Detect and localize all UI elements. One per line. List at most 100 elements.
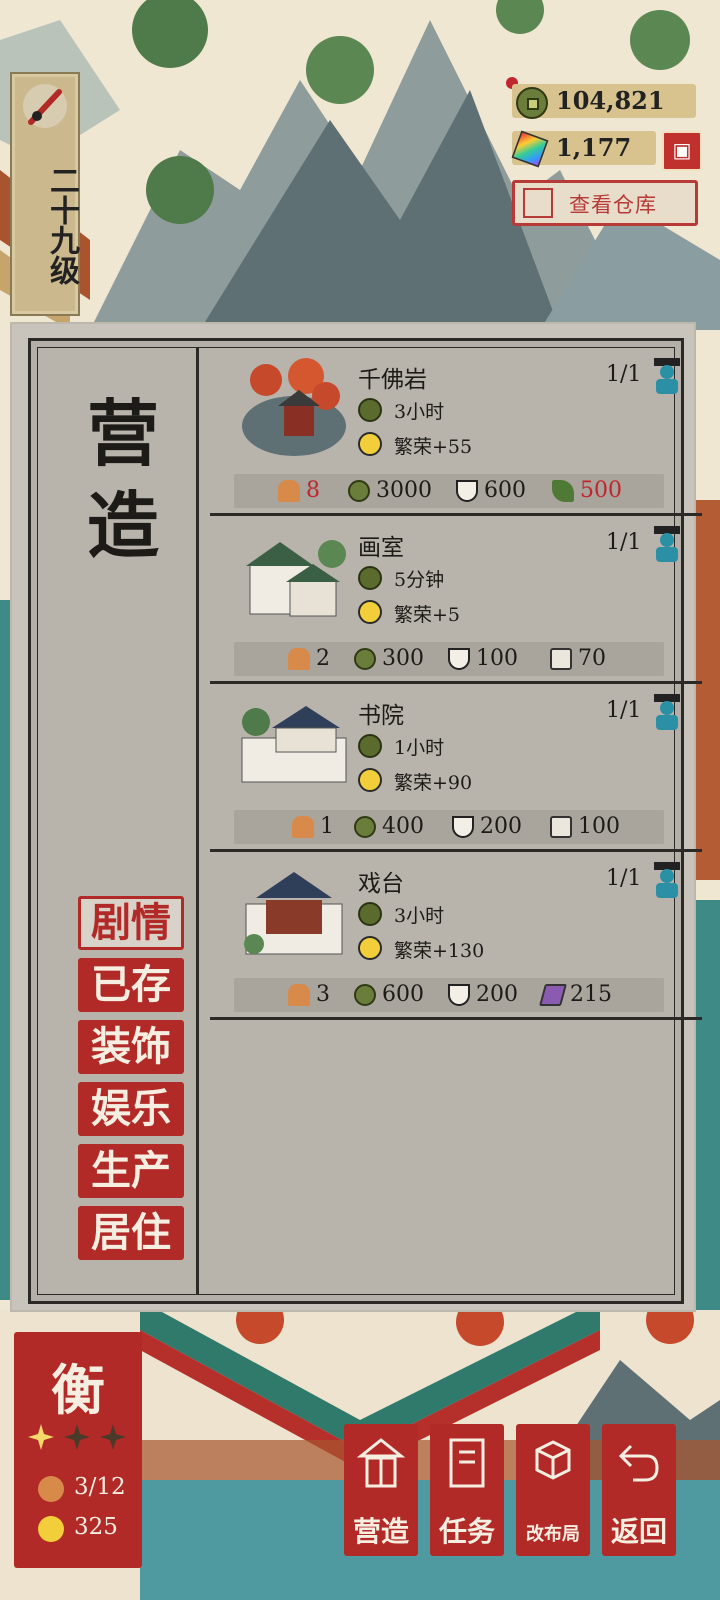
brush-icon [23,84,67,128]
cube-rotate-icon [535,1440,571,1480]
nav-tasks-button[interactable]: 任务 [430,1424,504,1556]
build-time: 3小时 [394,401,445,423]
building-thumbnail [241,706,347,783]
prosperity-icon [358,768,382,792]
building-name: 画室 [358,535,404,561]
tab-story[interactable]: 剧情 [78,896,184,950]
cost-material: 500 [552,474,622,508]
book-icon [449,1438,485,1488]
panel-title: 营造 [86,391,159,568]
jade-value: 1,177 [556,133,632,162]
prosperity-bonus: 繁荣+130 [394,940,485,962]
star-empty-icon [64,1424,90,1450]
jade-icon [511,130,549,168]
building-row[interactable]: 画室 1/1 5分钟 繁荣+5 2 300 100 70 [210,518,702,684]
cost-workers: 2 [288,642,330,676]
star-rating [28,1424,128,1454]
build-panel: 营造 剧情 已存 装饰 娱乐 生产 居住 千佛岩 1/1 3小时 繁荣+55 8… [12,324,702,1310]
building-count: 1/1 [606,866,642,891]
coin-icon [354,648,376,670]
view-warehouse-button[interactable]: 查看仓库 [512,180,698,226]
tab-decoration[interactable]: 装饰 [78,1020,184,1074]
worker-icon [654,694,680,730]
scroll-icon [550,648,572,670]
prosperity-bonus: 繁荣+90 [394,772,473,794]
pavilion-icon [357,1438,405,1488]
bowl-icon [452,816,474,838]
worker-icon [288,648,310,670]
cost-food: 100 [448,642,518,676]
plant-icon [552,480,574,502]
cost-bar: 3 600 200 215 [234,978,664,1012]
prosperity-bonus: 繁荣+55 [394,436,473,458]
worker-icon [278,480,300,502]
worker-icon [654,862,680,898]
cost-food: 200 [452,810,522,844]
building-thumbnail [244,872,343,955]
scroll-icon [550,816,572,838]
nav-layout-button[interactable]: 改布局 [516,1424,590,1556]
cost-workers: 1 [292,810,334,844]
warehouse-icon [523,188,553,218]
cost-food: 200 [448,978,518,1012]
prosperity-icon [358,600,382,624]
row-divider [210,1017,702,1020]
population-value: 3/12 [74,1474,126,1500]
clock-icon [358,902,382,926]
building-row[interactable]: 千佛岩 1/1 3小时 繁荣+55 8 3000 600 500 [210,350,702,516]
star-filled-icon [28,1424,54,1450]
star-empty-icon [100,1424,126,1450]
build-time: 1小时 [394,737,445,759]
level-banner[interactable]: 二十九级 [10,72,80,316]
building-name: 书院 [358,703,404,729]
return-arrow-icon [618,1444,659,1482]
cost-bar: 8 3000 600 500 [234,474,664,508]
clock-icon [358,398,382,422]
cost-food: 600 [456,474,526,508]
building-count: 1/1 [606,362,642,387]
cloth-icon [539,984,567,1006]
prosperity-icon [358,432,382,456]
nav-build-button[interactable]: 营造 [344,1424,418,1556]
level-label: 二十九级 [44,165,79,285]
prosperity-icon [38,1516,64,1542]
worker-icon [292,816,314,838]
coin-value: 104,821 [556,86,665,115]
nav-back-label: 返回 [610,1515,667,1548]
tab-stored[interactable]: 已存 [78,958,184,1012]
prosperity-bonus: 繁荣+5 [394,604,461,626]
coin-icon [516,87,548,119]
residence-card[interactable]: 衡 3/12 325 [14,1332,142,1568]
coin-icon [348,480,370,502]
worker-icon [654,526,680,562]
shop-button[interactable]: ▣ [662,131,702,171]
jade-counter: 1,177 [511,130,656,168]
cost-material: 215 [539,978,612,1012]
nav-tasks-label: 任务 [438,1515,495,1548]
cost-bar: 2 300 100 70 [234,642,664,676]
building-row[interactable]: 戏台 1/1 3小时 繁荣+130 3 600 200 215 [210,854,702,1020]
cost-coins: 600 [354,978,424,1012]
shop-icon: ▣ [672,138,692,162]
tab-entertainment[interactable]: 娱乐 [78,1082,184,1136]
coin-icon [354,816,376,838]
tab-production[interactable]: 生产 [78,1144,184,1198]
cost-coins: 400 [354,810,424,844]
building-thumbnail [242,358,346,456]
nav-build-label: 营造 [352,1515,409,1548]
cost-coins: 300 [354,642,424,676]
nav-layout-label: 改布局 [526,1524,580,1545]
cost-coins: 3000 [348,474,432,508]
building-name: 千佛岩 [358,367,427,393]
bowl-icon [448,648,470,670]
building-row[interactable]: 书院 1/1 1小时 繁荣+90 1 400 200 100 [210,686,702,852]
cost-material: 100 [550,810,620,844]
population-icon [38,1476,64,1502]
nav-back-button[interactable]: 返回 [602,1424,676,1556]
building-thumbnail [246,540,346,617]
residence-name: 衡 [51,1358,105,1422]
clock-icon [358,566,382,590]
cost-workers: 8 [278,474,320,508]
bowl-icon [456,480,478,502]
tab-residence[interactable]: 居住 [78,1206,184,1260]
